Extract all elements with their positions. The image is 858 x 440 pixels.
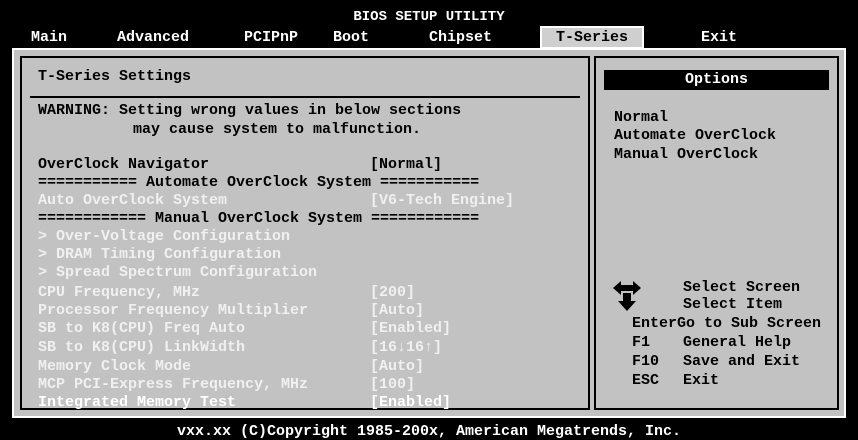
setting-memory-clock-label[interactable]: Memory Clock Mode xyxy=(38,358,191,376)
setting-multiplier-value[interactable]: [Auto] xyxy=(370,302,424,320)
setting-cpu-frequency-label[interactable]: CPU Frequency, MHz xyxy=(38,284,200,302)
setting-auto-overclock-label: Auto OverClock System xyxy=(38,192,228,209)
option-automate-overclock[interactable]: Automate OverClock xyxy=(614,127,776,145)
setting-sb-freq-auto-label[interactable]: SB to K8(CPU) Freq Auto xyxy=(38,320,245,338)
option-manual-overclock[interactable]: Manual OverClock xyxy=(614,146,758,164)
help-key-f1: F1 xyxy=(632,334,651,351)
submenu-spread-spectrum[interactable]: > Spread Spectrum Configuration xyxy=(38,264,317,282)
tab-main[interactable]: Main xyxy=(31,29,67,47)
manual-section-header: ============ Manual OverClock System ===… xyxy=(38,210,480,227)
divider xyxy=(30,96,580,98)
section-title: T-Series Settings xyxy=(38,68,192,85)
setting-linkwidth-label[interactable]: SB to K8(CPU) LinkWidth xyxy=(38,339,245,357)
setting-overclock-navigator-label[interactable]: OverClock Navigator xyxy=(38,156,209,174)
submenu-over-voltage[interactable]: > Over-Voltage Configuration xyxy=(38,228,290,246)
help-go-to-sub-screen: Go to Sub Screen xyxy=(677,315,822,332)
help-key-enter: Enter xyxy=(632,315,678,332)
tab-t-series[interactable]: T-Series xyxy=(540,26,645,49)
help-select-screen: Select Screen xyxy=(683,279,801,296)
tab-pcipnp[interactable]: PCIPnP xyxy=(244,29,298,47)
tab-chipset[interactable]: Chipset xyxy=(429,29,492,47)
tab-advanced[interactable]: Advanced xyxy=(117,29,189,47)
setting-sb-freq-auto-value[interactable]: [Enabled] xyxy=(370,320,451,338)
setting-memory-test-value[interactable]: [Enabled] xyxy=(370,394,451,412)
help-key-f10: F10 xyxy=(632,353,660,370)
arrow-keys-icon xyxy=(613,281,641,311)
tab-boot[interactable]: Boot xyxy=(333,29,369,47)
help-general-help: General Help xyxy=(683,334,792,351)
setting-overclock-navigator-value[interactable]: [Normal] xyxy=(370,156,442,174)
setting-cpu-frequency-value[interactable]: [200] xyxy=(370,284,415,302)
warning-line-1: WARNING: Setting wrong values in below s… xyxy=(38,102,462,119)
help-key-esc: ESC xyxy=(632,372,660,389)
warning-line-2: may cause system to malfunction. xyxy=(133,121,422,138)
submenu-dram-timing[interactable]: > DRAM Timing Configuration xyxy=(38,246,281,264)
options-header: Options xyxy=(604,70,829,90)
setting-linkwidth-value[interactable]: [16↓16↑] xyxy=(370,339,442,357)
setting-memory-clock-value[interactable]: [Auto] xyxy=(370,358,424,376)
copyright-footer: vxx.xx (C)Copyright 1985-200x, American … xyxy=(176,423,682,440)
help-save-and-exit: Save and Exit xyxy=(683,353,801,370)
help-exit: Exit xyxy=(683,372,720,389)
bios-title: BIOS SETUP UTILITY xyxy=(353,9,505,25)
setting-pcie-frequency-value[interactable]: [100] xyxy=(370,376,415,394)
tab-exit[interactable]: Exit xyxy=(701,29,737,47)
setting-auto-overclock-value: [V6-Tech Engine] xyxy=(370,192,515,209)
setting-multiplier-label[interactable]: Processor Frequency Multiplier xyxy=(38,302,308,320)
help-select-item: Select Item xyxy=(683,296,783,313)
setting-memory-test-label[interactable]: Integrated Memory Test xyxy=(38,394,236,412)
option-normal[interactable]: Normal xyxy=(614,109,668,127)
automate-section-header: =========== Automate OverClock System ==… xyxy=(38,174,480,191)
setting-pcie-frequency-label[interactable]: MCP PCI-Express Frequency, MHz xyxy=(38,376,308,394)
